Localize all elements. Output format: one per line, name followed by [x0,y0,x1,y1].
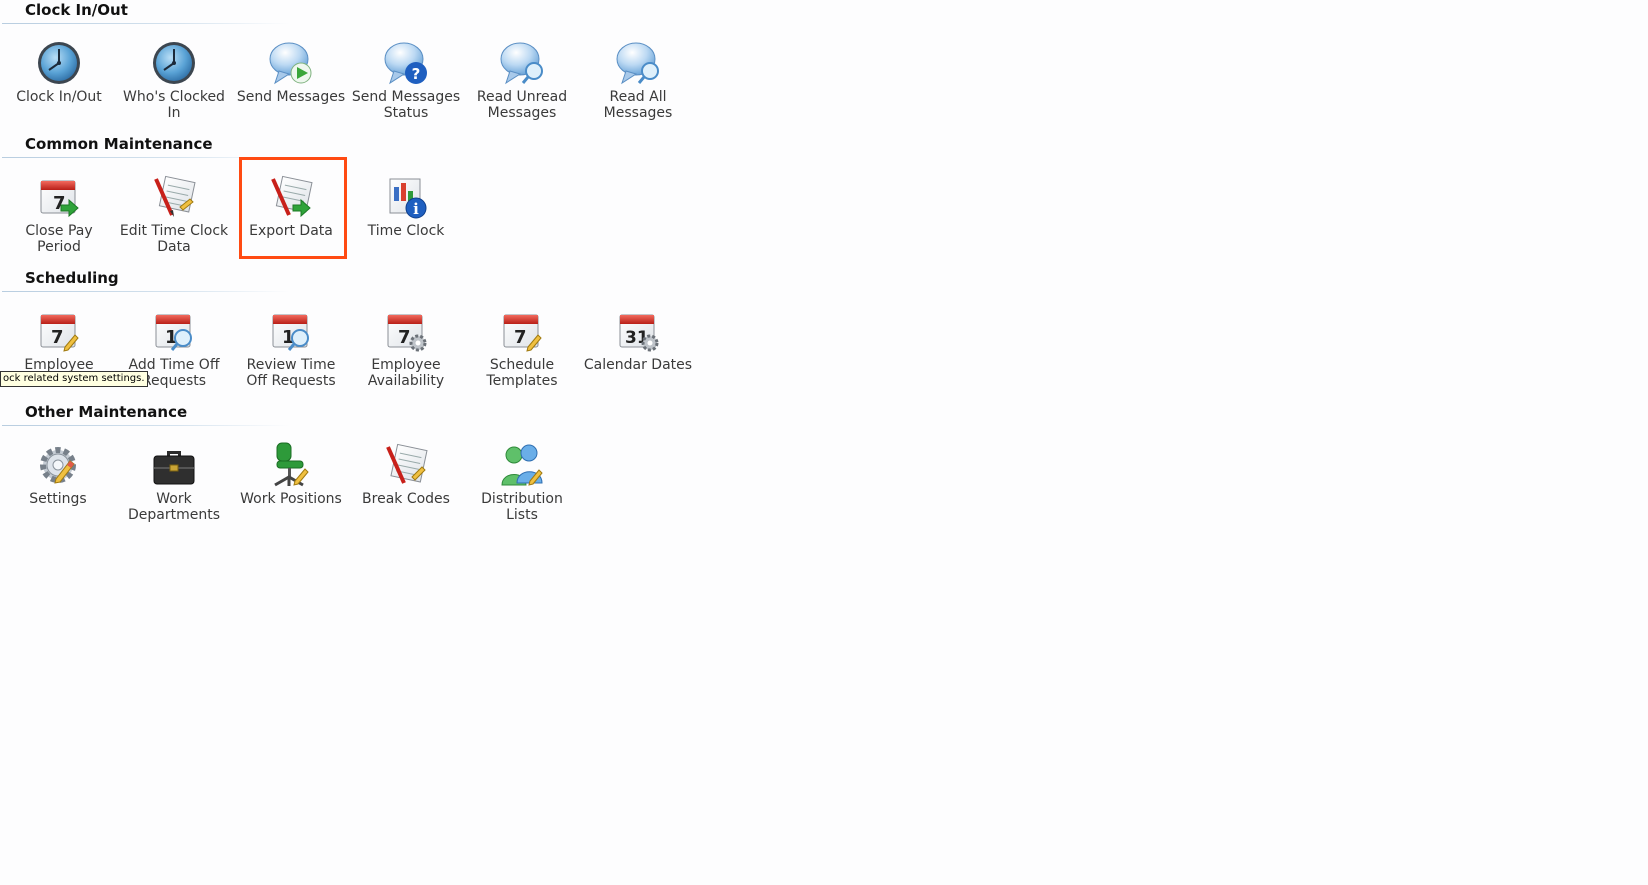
tooltip: ock related system settings. [0,371,148,387]
gear-icon [40,447,76,484]
read-all-messages-button[interactable]: Read All Messages [582,39,694,121]
timesheet-pencil-icon [154,175,196,217]
calendar-pencil-icon: 7 [503,314,542,352]
whos-clocked-in-button[interactable]: Who's Clocked In [118,39,230,121]
item-label: Read Unread Messages [476,89,568,121]
message-send-icon [269,42,312,85]
edit-time-clock-data-button[interactable]: Edit Time Clock Data [118,173,230,255]
read-unread-messages-button[interactable]: Read Unread Messages [466,39,578,121]
section-clock-in-out: Clock In/Out Clock In/Out Who's Clocked … [0,1,700,131]
item-label: Close Pay Period [25,223,93,255]
clock-in-out-button[interactable]: Clock In/Out [3,39,115,105]
calendar-gear-icon: 7 [387,314,427,352]
item-label: Edit Time Clock Data [119,223,229,255]
chair-icon [274,442,309,487]
send-messages-button[interactable]: Send Messages [235,39,347,105]
section-title: Other Maintenance [25,403,188,421]
item-label: Time Clock [367,223,445,239]
section-title: Common Maintenance [25,135,213,153]
item-label: Review Time Off Requests [246,357,336,389]
section-common-maintenance: Common Maintenance 7 Close Pay Period Ed… [0,135,700,265]
item-label: Send Messages Status [351,89,461,121]
item-label: Break Codes [362,491,450,507]
message-search-icon [616,42,659,85]
work-departments-button[interactable]: Work Departments [118,441,230,523]
section-title: Scheduling [25,269,119,287]
svg-text:i: i [413,200,419,218]
users-icon [501,444,543,486]
svg-text:7: 7 [398,327,411,348]
close-pay-period-button[interactable]: 7 Close Pay Period [3,173,115,255]
message-status-icon: ? [384,42,427,85]
report-info-icon: i [389,178,427,219]
employee-availability-button[interactable]: 7 Employee Availability [350,307,462,389]
export-data-highlight [239,157,347,259]
svg-text:7: 7 [514,327,527,348]
item-label: Clock In/Out [16,89,102,105]
break-codes-button[interactable]: Break Codes [350,441,462,507]
calendar-search-icon: 1 [155,314,192,351]
section-other-maintenance: Other Maintenance Settings Work Departme… [0,403,700,533]
svg-text:?: ? [412,65,421,83]
section-divider [2,425,290,426]
item-label: Distribution Lists [481,491,563,523]
item-label: Read All Messages [603,89,673,121]
work-positions-button[interactable]: Work Positions [235,441,347,507]
message-search-icon [500,42,543,85]
section-title: Clock In/Out [25,1,128,19]
calendar-gear-icon: 31 [619,314,659,352]
calendar-search-icon: 1 [272,314,309,351]
calendar-dates-button[interactable]: 31 Calendar Dates [582,307,694,373]
schedule-templates-button[interactable]: 7 Schedule Templates [466,307,578,389]
review-time-off-requests-button[interactable]: 1 Review Time Off Requests [235,307,347,389]
briefcase-icon [153,451,195,485]
document-pencil-icon [386,443,428,484]
item-label: Work Positions [240,491,342,507]
item-label: Employee Availability [367,357,445,389]
settings-button[interactable]: Settings [2,441,114,507]
item-label: Settings [29,491,87,507]
calendar-arrow-icon: 7 [40,180,79,218]
distribution-lists-button[interactable]: Distribution Lists [466,441,578,523]
item-label: Calendar Dates [583,357,693,373]
section-divider [2,291,290,292]
item-label: Send Messages [236,89,346,105]
item-label: Work Departments [127,491,220,523]
svg-text:7: 7 [51,327,64,348]
item-label: Schedule Templates [486,357,558,389]
item-label: Who's Clocked In [123,89,225,121]
send-messages-status-button[interactable]: ? Send Messages Status [350,39,462,121]
clock-icon [153,42,195,84]
section-divider [2,23,290,24]
calendar-pencil-icon: 7 [40,314,79,352]
clock-icon [38,42,80,84]
employee-schedule-button[interactable]: 7 Employee [3,307,115,373]
time-clock-report-button[interactable]: i Time Clock [350,173,462,239]
